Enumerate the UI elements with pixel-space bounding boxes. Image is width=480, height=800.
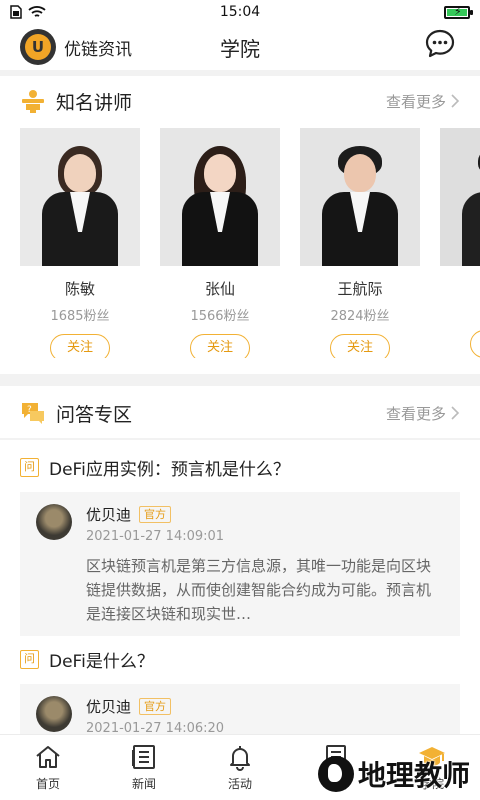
tab-activity[interactable]: 活动: [192, 735, 288, 800]
lecturers-see-more-link[interactable]: 查看更多: [386, 91, 460, 112]
tab-home[interactable]: 首页: [0, 735, 96, 800]
lecturer-name: 王航际: [337, 280, 383, 298]
answer-text: 区块链预言机是第三方信息源，其唯一功能是向区块链提供数据，从而使创建智能合约成为…: [86, 557, 432, 623]
chevron-right-icon: [451, 94, 460, 108]
lecturer-fans: 36: [440, 305, 480, 320]
chat-bubble-icon: [425, 29, 455, 58]
divider: [0, 70, 480, 76]
avatar: [36, 504, 72, 540]
question-title[interactable]: DeFi应用实例：预言机是什么？: [49, 455, 290, 480]
lecturer-carousel[interactable]: 陈敏 1685粉丝 关注 张仙 1566粉丝 关注 王航际 2824粉丝 关注: [20, 128, 480, 358]
tab-news[interactable]: 新闻: [96, 735, 192, 800]
lecturer-fans: 1566粉丝: [190, 309, 250, 324]
lecturers-header: 知名讲师 查看更多: [0, 78, 480, 124]
lecturer-card[interactable]: 李 36 关注: [440, 128, 480, 358]
lecturer-fans: 1685粉丝: [50, 309, 110, 324]
bell-icon: [230, 746, 250, 771]
qa-item[interactable]: 问 DeFi是什么？ 优贝迪 官方 2021-01-27 14:06:20: [20, 644, 460, 746]
section-title: 知名讲师: [56, 91, 133, 114]
qa-header: ? 问答专区 查看更多: [0, 390, 480, 436]
globe-icon: [317, 756, 354, 792]
lecturer-photo: [160, 128, 280, 266]
brand-name: 优链资讯: [64, 39, 132, 60]
qa-see-more-link[interactable]: 查看更多: [386, 403, 460, 424]
lecturer-name: 李: [440, 278, 480, 299]
message-button[interactable]: [424, 28, 456, 60]
question-tag: 问: [20, 649, 39, 669]
divider: [0, 438, 480, 440]
lecturer-fans: 2824粉丝: [330, 309, 390, 324]
brand: U 优链资讯: [0, 29, 132, 65]
official-badge: 官方: [139, 506, 172, 523]
chevron-right-icon: [451, 406, 460, 420]
lecturer-photo: [300, 128, 420, 266]
official-badge: 官方: [139, 698, 172, 715]
svg-text:?: ?: [27, 405, 32, 415]
answer-author: 优贝迪: [86, 698, 132, 716]
news-icon: [132, 745, 155, 769]
answer-time: 2021-01-27 14:09:01: [86, 529, 225, 544]
lecturer-card[interactable]: 张仙 1566粉丝 关注: [160, 128, 280, 358]
home-icon: [36, 746, 60, 768]
divider: [0, 374, 480, 386]
battery-icon: ⚡: [444, 5, 473, 19]
lecturer-icon: [22, 90, 44, 113]
watermark-text: 地理教师: [357, 759, 470, 792]
lecturer-photo: [20, 128, 140, 266]
lecturer-card[interactable]: 陈敏 1685粉丝 关注: [20, 128, 140, 358]
question-title[interactable]: DeFi是什么？: [49, 647, 154, 672]
follow-button[interactable]: 关注: [330, 334, 390, 358]
watermark: 地理教师: [317, 754, 470, 794]
brand-logo: U: [20, 29, 56, 65]
lecturer-card[interactable]: 王航际 2824粉丝 关注: [300, 128, 420, 358]
follow-button[interactable]: 关注: [470, 330, 480, 358]
follow-button[interactable]: 关注: [190, 334, 250, 358]
lecturer-name: 陈敏: [64, 280, 95, 298]
lecturer-name: 张仙: [204, 280, 235, 298]
lecturer-photo: [440, 128, 480, 266]
follow-button[interactable]: 关注: [50, 334, 110, 358]
qa-icon: ?: [22, 403, 44, 424]
qa-item[interactable]: 问 DeFi应用实例：预言机是什么？ 优贝迪 官方 2021-01-27 14:…: [20, 452, 460, 636]
status-bar: 15:04 ⚡: [0, 0, 480, 24]
app-header: U 优链资讯 学院: [0, 24, 480, 70]
question-tag: 问: [20, 457, 39, 477]
section-title: 问答专区: [56, 403, 133, 426]
answer-author: 优贝迪: [86, 506, 132, 524]
status-time: 15:04: [219, 4, 261, 20]
avatar: [36, 696, 72, 732]
answer-card[interactable]: 优贝迪 官方 2021-01-27 14:09:01 区块链预言机是第三方信息源…: [20, 492, 460, 636]
